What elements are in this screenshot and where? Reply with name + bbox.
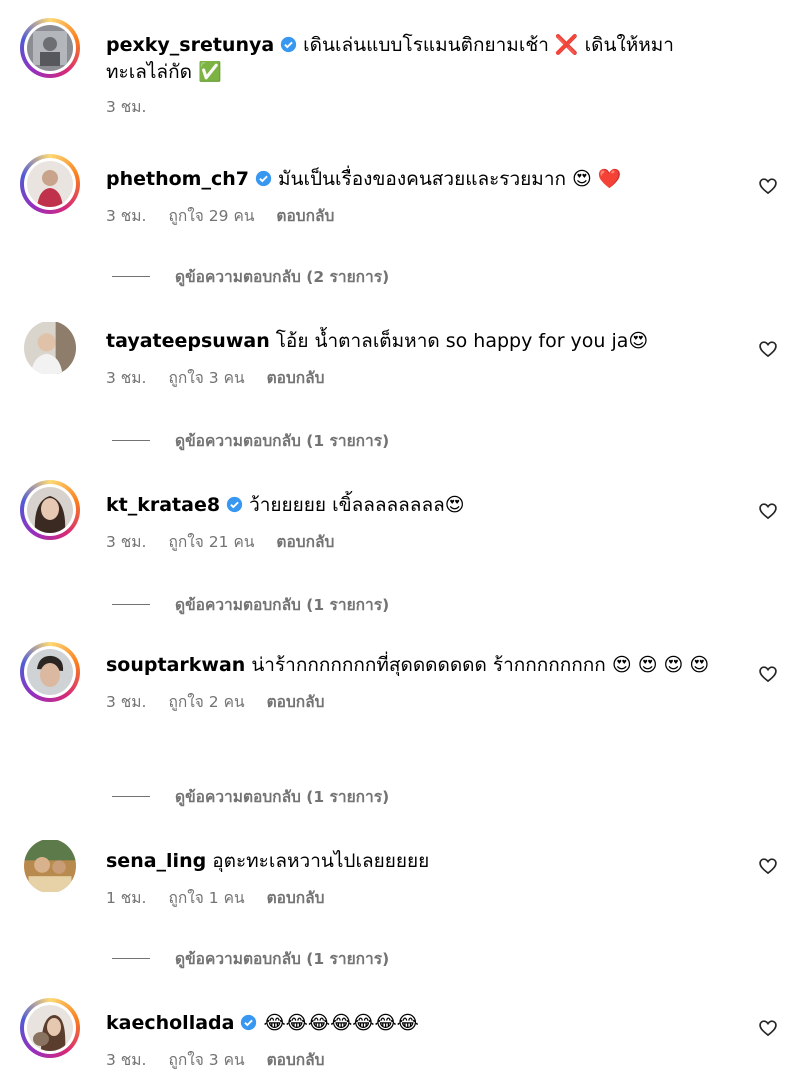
comment-time: 3 ชม. — [106, 98, 147, 116]
username[interactable]: kt_kratae8 — [106, 494, 220, 516]
view-replies-button[interactable]: ดูข้อความตอบกลับ (1 รายการ) — [112, 784, 389, 809]
avatar — [24, 321, 76, 375]
username[interactable]: souptarkwan — [106, 654, 245, 676]
heart-outline-icon[interactable] — [758, 664, 778, 684]
like-count[interactable]: ถูกใจ 3 คน — [168, 369, 244, 387]
avatar — [27, 161, 73, 207]
comment-time: 3 ชม. — [106, 693, 147, 711]
heart-outline-icon[interactable] — [758, 856, 778, 876]
username[interactable]: phethom_ch7 — [106, 168, 249, 190]
comment-meta: 3 ชม. ถูกใจ 21 คน ตอบกลับ — [106, 529, 710, 554]
avatar — [24, 839, 76, 893]
view-replies-button[interactable]: ดูข้อความตอบกลับ (1 รายการ) — [112, 592, 389, 617]
avatar — [27, 25, 73, 71]
heart-outline-icon[interactable] — [758, 176, 778, 196]
view-replies-button[interactable]: ดูข้อความตอบกลับ (1 รายการ) — [112, 946, 389, 971]
verified-badge-icon — [281, 36, 297, 53]
comment-meta: 3 ชม. ถูกใจ 2 คน ตอบกลับ — [106, 689, 710, 714]
comment-text: โอ้ย น้ำตาลเต็มหาด so happy for you ja😍 — [275, 330, 649, 352]
reply-button[interactable]: ตอบกลับ — [276, 207, 334, 225]
like-count[interactable]: ถูกใจ 3 คน — [168, 1051, 244, 1069]
username[interactable]: kaechollada — [106, 1012, 234, 1034]
comment-time: 3 ชม. — [106, 1051, 147, 1069]
comment-text: อุตะทะเลหวานไปเลยยยยย — [212, 850, 430, 872]
divider — [112, 440, 150, 441]
verified-badge-icon — [241, 1014, 257, 1031]
avatar-ring[interactable] — [20, 154, 80, 214]
reply-button[interactable]: ตอบกลับ — [267, 1051, 325, 1069]
avatar-ring[interactable] — [20, 998, 80, 1058]
comment-time: 3 ชม. — [106, 369, 147, 387]
reply-button[interactable]: ตอบกลับ — [267, 889, 325, 907]
comment-meta: 3 ชม. — [106, 94, 710, 119]
username[interactable]: pexky_sretunya — [106, 34, 274, 56]
avatar-ring[interactable] — [20, 480, 80, 540]
comment-text: มันเป็นเรื่องของคนสวยและรวยมาก 😍 ❤️ — [277, 168, 622, 190]
view-replies-label: ดูข้อความตอบกลับ (1 รายการ) — [175, 432, 390, 450]
avatar-ring[interactable] — [20, 836, 80, 896]
verified-badge-icon — [226, 496, 243, 513]
divider — [112, 604, 150, 605]
comment-meta: 3 ชม. ถูกใจ 29 คน ตอบกลับ — [106, 203, 710, 228]
view-replies-button[interactable]: ดูข้อความตอบกลับ (2 รายการ) — [112, 264, 389, 289]
view-replies-label: ดูข้อความตอบกลับ (1 รายการ) — [175, 596, 390, 614]
heart-outline-icon[interactable] — [758, 1018, 778, 1038]
like-count[interactable]: ถูกใจ 1 คน — [168, 889, 244, 907]
verified-badge-icon — [255, 170, 272, 187]
avatar — [27, 649, 73, 695]
like-count[interactable]: ถูกใจ 29 คน — [168, 207, 254, 225]
like-count[interactable]: ถูกใจ 21 คน — [168, 533, 254, 551]
reply-button[interactable]: ตอบกลับ — [276, 533, 334, 551]
username[interactable]: tayateepsuwan — [106, 330, 270, 352]
reply-button[interactable]: ตอบกลับ — [267, 369, 325, 387]
comment-time: 1 ชม. — [106, 889, 147, 907]
comment-text: น่าร้ากกกกกกกที่สุดดดดดดด ร้ากกกกกกกก 😍 … — [251, 654, 710, 676]
avatar — [27, 487, 73, 533]
comment-text: 😂😂😂😂😂😂😂 — [263, 1012, 419, 1034]
avatar-ring[interactable] — [20, 318, 80, 378]
avatar-ring[interactable] — [20, 18, 80, 78]
view-replies-label: ดูข้อความตอบกลับ (2 รายการ) — [175, 268, 390, 286]
view-replies-label: ดูข้อความตอบกลับ (1 รายการ) — [175, 788, 390, 806]
comment-time: 3 ชม. — [106, 207, 147, 225]
divider — [112, 958, 150, 959]
comment-time: 3 ชม. — [106, 533, 147, 551]
divider — [112, 276, 150, 277]
username[interactable]: sena_ling — [106, 850, 206, 872]
reply-button[interactable]: ตอบกลับ — [267, 693, 325, 711]
view-replies-button[interactable]: ดูข้อความตอบกลับ (1 รายการ) — [112, 428, 389, 453]
view-replies-label: ดูข้อความตอบกลับ (1 รายการ) — [175, 950, 390, 968]
avatar-ring[interactable] — [20, 642, 80, 702]
avatar — [27, 1005, 73, 1051]
like-count[interactable]: ถูกใจ 2 คน — [168, 693, 244, 711]
heart-outline-icon[interactable] — [758, 339, 778, 359]
divider — [112, 796, 150, 797]
comment-meta: 3 ชม. ถูกใจ 3 คน ตอบกลับ — [106, 1047, 710, 1072]
comment-meta: 1 ชม. ถูกใจ 1 คน ตอบกลับ — [106, 885, 710, 910]
comment-text: ว้ายยยยย เขิ้ลลลลลลลล😍 — [249, 494, 465, 516]
comment-meta: 3 ชม. ถูกใจ 3 คน ตอบกลับ — [106, 365, 710, 390]
heart-outline-icon[interactable] — [758, 501, 778, 521]
